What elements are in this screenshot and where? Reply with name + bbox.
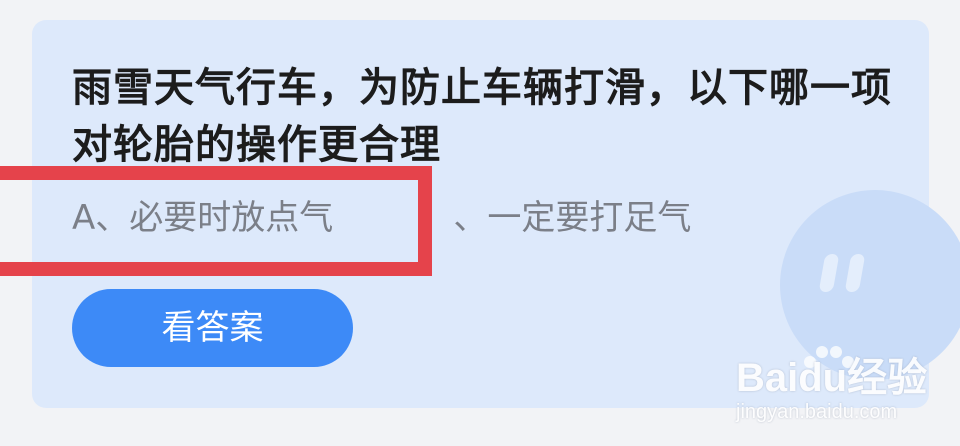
- option-b-label: 、一定要打足气: [453, 198, 692, 238]
- baidu-jingyan-watermark: Baidu经验 jingyan.baidu.com: [736, 342, 936, 432]
- watermark-url: jingyan.baidu.com: [736, 401, 898, 423]
- option-b[interactable]: B、一定要打足气: [430, 196, 691, 240]
- screenshot-canvas: 雨雪天气行车，为防止车辆打滑，以下哪一项对轮胎的操作更合理 A、必要时放点气 B…: [0, 0, 960, 446]
- question-text: 雨雪天气行车，为防止车辆打滑，以下哪一项对轮胎的操作更合理: [72, 65, 892, 168]
- option-a[interactable]: A、必要时放点气: [72, 196, 333, 240]
- view-answer-button[interactable]: 看答案: [72, 289, 353, 367]
- watermark-logo-text: Baidu经验: [736, 356, 928, 400]
